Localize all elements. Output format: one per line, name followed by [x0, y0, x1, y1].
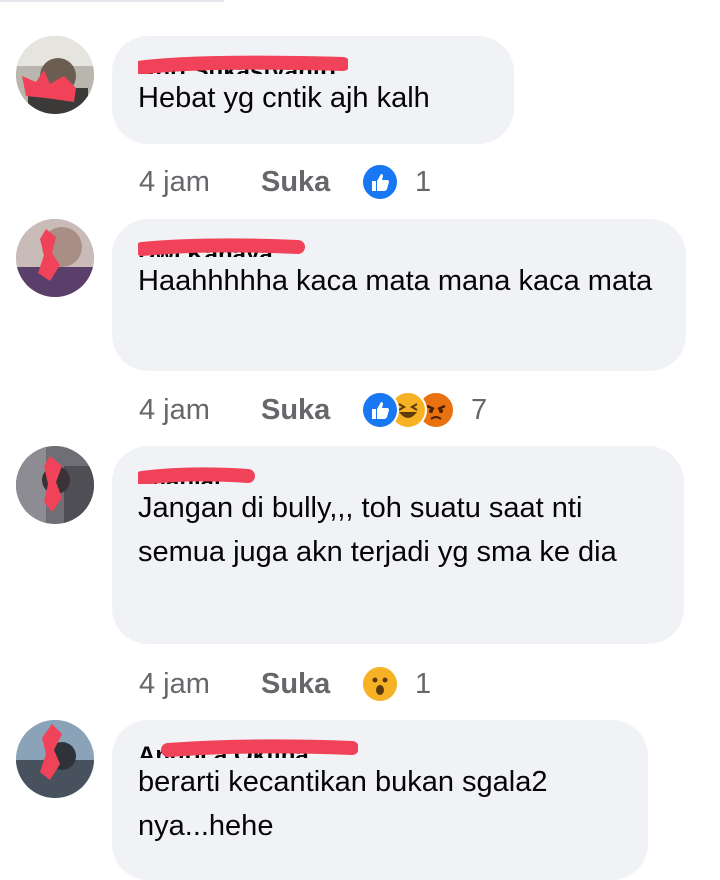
comment-author[interactable]: Dwi Kanaya: [138, 237, 658, 257]
comment-text: Hebat yg cntik ajh kalh: [138, 82, 430, 114]
comment-bubble: Imaniar Jangan di bully,,, toh suatu saa…: [112, 446, 684, 644]
comment-author[interactable]: Anri Sukastyanto: [138, 54, 486, 74]
reaction-count: 7: [471, 393, 488, 426]
wow-reaction-icon: [361, 665, 399, 703]
avatar[interactable]: [16, 446, 94, 524]
comment-bubble: Andrica Okfina berarti kecantikan bukan …: [112, 720, 648, 880]
comment-text: Haahhhhha kaca mata mana kaca mata: [138, 265, 653, 297]
like-button[interactable]: Suka: [261, 166, 361, 199]
reaction-summary[interactable]: 7: [361, 391, 487, 429]
comment-text: berarti kecantikan bukan sgala2 nya...he…: [138, 766, 548, 842]
comment-time[interactable]: 4 jam: [139, 394, 261, 427]
divider-line: [0, 0, 224, 2]
avatar[interactable]: [16, 219, 94, 297]
comment-text: Jangan di bully,,, toh suatu saat nti se…: [138, 492, 617, 568]
reaction-count: 1: [415, 667, 432, 700]
comment-actions: 4 jam Suka 7: [139, 390, 487, 430]
comment-actions: 4 jam Suka 1: [139, 162, 431, 202]
avatar[interactable]: [16, 720, 94, 798]
comment-author[interactable]: Imaniar: [138, 464, 656, 484]
comment-author[interactable]: Andrica Okfina: [138, 738, 620, 758]
comment-bubble: Dwi Kanaya Haahhhhha kaca mata mana kaca…: [112, 219, 686, 371]
reaction-summary[interactable]: 1: [361, 665, 431, 703]
comment-bubble: Anri Sukastyanto Hebat yg cntik ajh kalh: [112, 36, 514, 144]
like-reaction-icon: [361, 163, 399, 201]
comment-time[interactable]: 4 jam: [139, 166, 261, 199]
reaction-count: 1: [415, 165, 432, 198]
avatar[interactable]: [16, 36, 94, 114]
like-button[interactable]: Suka: [261, 394, 361, 427]
like-button[interactable]: Suka: [261, 668, 361, 701]
comment-actions: 4 jam Suka 1: [139, 664, 431, 704]
like-reaction-icon: [361, 391, 399, 429]
reaction-summary[interactable]: 1: [361, 163, 431, 201]
comment-time[interactable]: 4 jam: [139, 668, 261, 701]
